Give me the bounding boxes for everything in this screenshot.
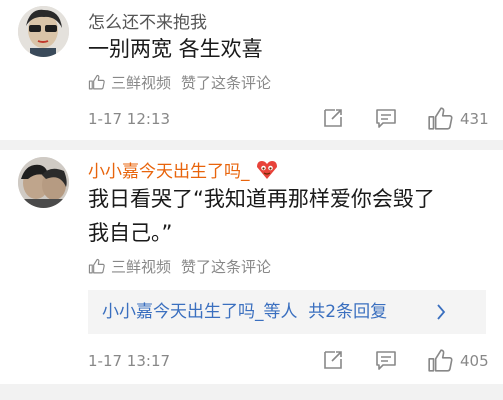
- liked-action: 赞了这条评论: [181, 74, 272, 92]
- chevron-right-icon: [437, 304, 446, 320]
- comment-icon[interactable]: [374, 106, 398, 130]
- like-icon[interactable]: [427, 106, 453, 132]
- reply-summary-box[interactable]: 小小嘉今天出生了吗_等人 共2条回复: [88, 290, 486, 334]
- avatar-image: [18, 6, 69, 57]
- comment-time: 1-17 12:13: [88, 110, 171, 128]
- avatar-image: [18, 157, 69, 208]
- comment-text: 一别两宽 各生欢喜: [88, 37, 263, 61]
- thumb-up-icon: [88, 258, 105, 274]
- share-edit-icon[interactable]: [321, 348, 345, 372]
- like-icon[interactable]: [427, 348, 453, 374]
- thumb-up-icon: [88, 74, 105, 90]
- liked-action: 赞了这条评论: [181, 258, 272, 276]
- divider: [0, 140, 503, 150]
- author-liked-row: 三鲜视频 赞了这条评论: [88, 72, 271, 93]
- comment-text-line2: 我自己。”: [88, 221, 173, 245]
- like-count: 405: [460, 352, 489, 370]
- emoji-badge-icon: [256, 161, 277, 179]
- like-count: 431: [460, 110, 489, 128]
- comment-username[interactable]: 怎么还不来抱我: [88, 8, 207, 33]
- comment-1: 怎么还不来抱我 一别两宽 各生欢喜 三鲜视频 赞了这条评论 1-17 12:13…: [0, 0, 503, 140]
- comment-icon[interactable]: [374, 348, 398, 372]
- liked-by-name[interactable]: 三鲜视频: [111, 72, 171, 93]
- username-text: 小小嘉今天出生了吗_: [88, 162, 250, 182]
- avatar[interactable]: [18, 157, 69, 208]
- share-edit-icon[interactable]: [321, 106, 345, 130]
- divider: [0, 384, 503, 400]
- comment-username[interactable]: 小小嘉今天出生了吗_: [88, 157, 278, 182]
- author-liked-row: 三鲜视频 赞了这条评论: [88, 256, 271, 277]
- avatar[interactable]: [18, 6, 69, 57]
- comment-time: 1-17 13:17: [88, 352, 171, 370]
- reply-summary: 小小嘉今天出生了吗_等人 共2条回复: [102, 302, 388, 322]
- comment-text-line1: 我日看哭了“我知道再那样爱你会毁了: [88, 187, 435, 211]
- liked-by-name[interactable]: 三鲜视频: [111, 256, 171, 277]
- comment-2: 小小嘉今天出生了吗_ 我日看哭了“我知道再那样爱你会毁了 我自己。” 三鲜视频 …: [0, 150, 503, 390]
